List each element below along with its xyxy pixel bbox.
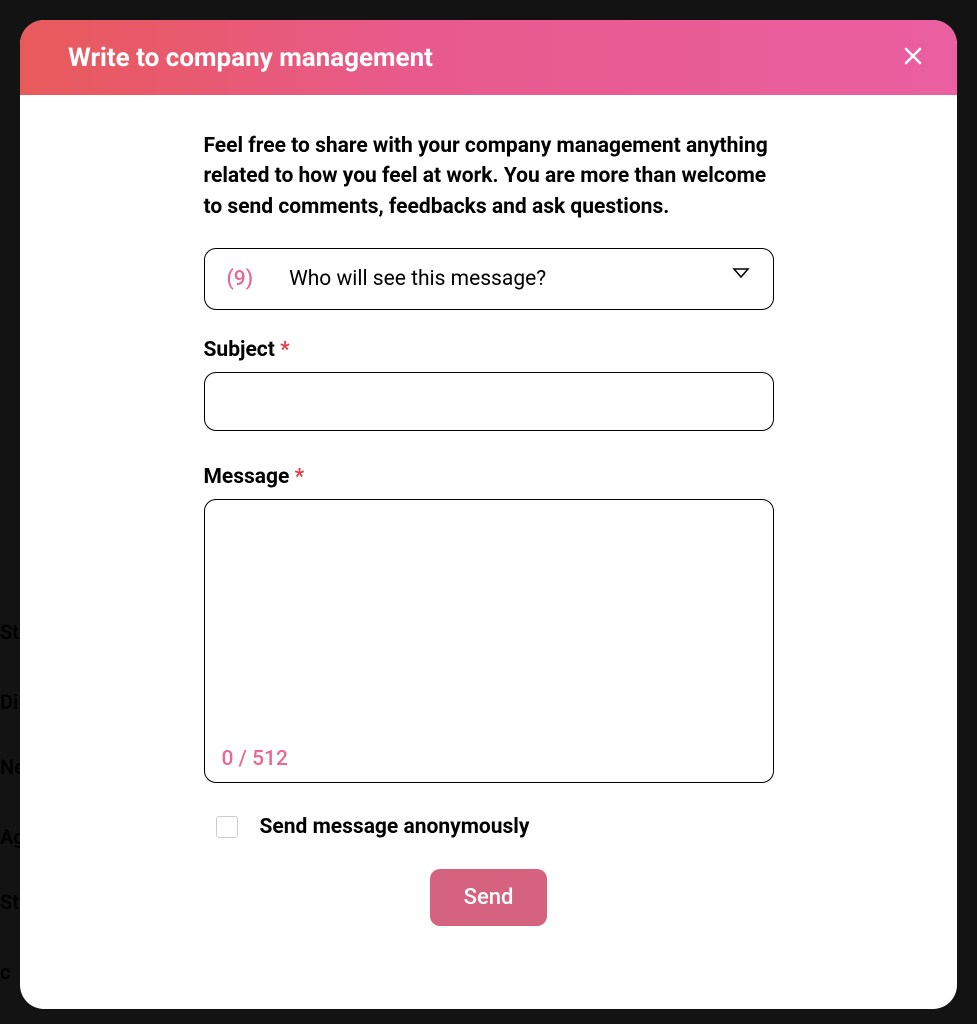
modal-body: Feel free to share with your company man…: [20, 95, 957, 1009]
chevron-down-icon: [731, 265, 751, 284]
message-input[interactable]: [204, 499, 774, 783]
send-button[interactable]: Send: [430, 869, 548, 926]
anonymous-label: Send message anonymously: [260, 815, 530, 839]
bg-text: c: [0, 960, 10, 984]
message-wrapper: 0 / 512: [204, 499, 774, 787]
form-container: Feel free to share with your company man…: [204, 131, 774, 989]
close-button[interactable]: [897, 40, 929, 75]
write-to-management-modal: Write to company management Feel free to…: [20, 20, 957, 1009]
close-icon: [901, 44, 925, 71]
anonymous-row: Send message anonymously: [204, 815, 774, 839]
anonymous-checkbox[interactable]: [216, 816, 238, 838]
subject-label: Subject *: [204, 338, 774, 362]
required-indicator: *: [280, 338, 290, 362]
subject-label-text: Subject: [204, 338, 275, 362]
recipients-count: (9): [227, 267, 254, 291]
recipients-label: Who will see this message?: [289, 267, 750, 291]
modal-title: Write to company management: [68, 43, 433, 73]
bg-text: St: [0, 890, 19, 914]
intro-text: Feel free to share with your company man…: [204, 131, 774, 222]
bg-text: Di: [0, 690, 18, 714]
required-indicator: *: [295, 465, 305, 489]
bg-text: St: [0, 620, 19, 644]
message-label: Message *: [204, 465, 774, 489]
message-label-text: Message: [204, 465, 290, 489]
char-counter: 0 / 512: [222, 747, 288, 771]
recipients-dropdown[interactable]: (9) Who will see this message?: [204, 248, 774, 310]
modal-header: Write to company management: [20, 20, 957, 95]
subject-input[interactable]: [204, 372, 774, 431]
